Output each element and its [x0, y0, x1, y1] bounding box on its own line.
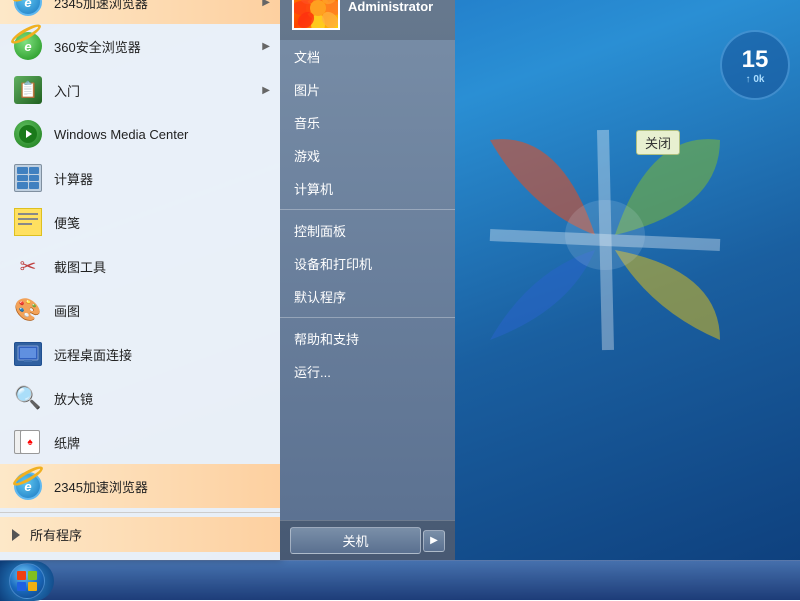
menu-label: 纸牌	[54, 433, 80, 452]
menu-label: 计算器	[54, 169, 93, 188]
right-item-computer[interactable]: 计算机	[280, 172, 455, 205]
right-item-docs[interactable]: 文档	[280, 40, 455, 73]
menu-item-wmc[interactable]: Windows Media Center	[0, 112, 280, 156]
magnifier-icon: 🔍	[12, 382, 44, 414]
all-programs-label: 所有程序	[30, 525, 82, 544]
paint-icon: 🎨	[12, 294, 44, 326]
menu-item-notepad[interactable]: 便笺	[0, 200, 280, 244]
right-item-label: 默认程序	[294, 290, 346, 305]
menu-label: 远程桌面连接	[54, 345, 132, 364]
menu-label: 放大镜	[54, 389, 93, 408]
triangle-icon	[12, 529, 20, 541]
menu-item-snip[interactable]: ✂ 截图工具	[0, 244, 280, 288]
cards-icon: ♠	[12, 426, 44, 458]
user-header: Administrator	[280, 0, 455, 40]
scissors-icon: ✂	[12, 250, 44, 282]
clock-time: 15	[742, 46, 769, 74]
arrow-icon: ▶	[262, 0, 270, 8]
close-tooltip[interactable]: 关闭	[636, 130, 680, 155]
start-orb	[9, 563, 45, 599]
menu-label: 入门	[54, 81, 80, 100]
menu-item-browser2345-active[interactable]: e 2345加速浏览器	[0, 464, 280, 508]
right-item-games[interactable]: 游戏	[280, 139, 455, 172]
menu-label: 便笺	[54, 213, 80, 232]
right-item-music[interactable]: 音乐	[280, 106, 455, 139]
menu-label: 画图	[54, 301, 80, 320]
taskbar	[0, 560, 800, 600]
shutdown-arrow-icon: ▶	[430, 535, 438, 546]
right-item-label: 文档	[294, 50, 320, 65]
ie-icon-active: e	[12, 470, 44, 502]
menu-item-calc[interactable]: 计算器	[0, 156, 280, 200]
shutdown-bar: 关机 ▶	[280, 520, 455, 560]
wmc-icon	[12, 118, 44, 150]
right-panel: Administrator 文档 图片 音乐 游戏 计算机 控制面板 设备和打印…	[280, 0, 455, 560]
start-menu: e 2345加速浏览器 ▶ e 360安全浏览器 ▶ 📋 入门	[0, 0, 455, 560]
menu-item-browser2345[interactable]: e 2345加速浏览器 ▶	[0, 0, 280, 24]
menu-item-intro[interactable]: 📋 入门 ▶	[0, 68, 280, 112]
right-divider	[280, 209, 455, 210]
menu-item-paint[interactable]: 🎨 画图	[0, 288, 280, 332]
right-item-devices[interactable]: 设备和打印机	[280, 247, 455, 280]
menu-divider	[0, 512, 280, 513]
close-tooltip-label: 关闭	[645, 136, 671, 151]
calc-icon	[12, 162, 44, 194]
arrow-icon: ▶	[262, 41, 270, 52]
360-icon: e	[12, 30, 44, 62]
right-item-run[interactable]: 运行...	[280, 355, 455, 388]
all-programs-button[interactable]: 所有程序	[0, 517, 280, 552]
menu-label: 2345加速浏览器	[54, 0, 148, 12]
intro-icon: 📋	[12, 74, 44, 106]
ie-icon: e	[12, 0, 44, 18]
shutdown-arrow-button[interactable]: ▶	[423, 530, 445, 552]
right-item-label: 音乐	[294, 116, 320, 131]
clock-widget: 15 ↑ 0k	[720, 30, 790, 100]
right-item-label: 运行...	[294, 365, 331, 380]
start-button[interactable]	[0, 561, 54, 601]
right-item-controlpanel[interactable]: 控制面板	[280, 214, 455, 247]
right-item-label: 图片	[294, 83, 320, 98]
right-item-label: 计算机	[294, 182, 333, 197]
menu-label: Windows Media Center	[54, 127, 188, 142]
windows-flag-icon	[16, 570, 38, 592]
user-avatar[interactable]	[292, 0, 340, 30]
clock-ok: ↑ 0k	[746, 74, 765, 85]
windows-logo	[440, 80, 760, 400]
menu-label: 360安全浏览器	[54, 37, 141, 56]
right-item-label: 设备和打印机	[294, 257, 372, 272]
menu-item-remote[interactable]: 远程桌面连接	[0, 332, 280, 376]
left-panel: e 2345加速浏览器 ▶ e 360安全浏览器 ▶ 📋 入门	[0, 0, 280, 560]
shutdown-button[interactable]: 关机	[290, 527, 421, 554]
right-item-label: 控制面板	[294, 224, 346, 239]
right-item-defaults[interactable]: 默认程序	[280, 280, 455, 313]
menu-label: 2345加速浏览器	[54, 477, 148, 496]
avatar-image	[294, 0, 338, 28]
right-item-label: 帮助和支持	[294, 332, 359, 347]
menu-item-solitaire[interactable]: ♠ 纸牌	[0, 420, 280, 464]
menu-item-magnifier[interactable]: 🔍 放大镜	[0, 376, 280, 420]
right-item-label: 游戏	[294, 149, 320, 164]
right-divider-2	[280, 317, 455, 318]
username: Administrator	[348, 0, 433, 14]
notepad-icon	[12, 206, 44, 238]
right-item-pics[interactable]: 图片	[280, 73, 455, 106]
right-item-help[interactable]: 帮助和支持	[280, 322, 455, 355]
menu-label: 截图工具	[54, 257, 106, 276]
arrow-icon: ▶	[262, 85, 270, 96]
remote-icon	[12, 338, 44, 370]
menu-item-360browser[interactable]: e 360安全浏览器 ▶	[0, 24, 280, 68]
